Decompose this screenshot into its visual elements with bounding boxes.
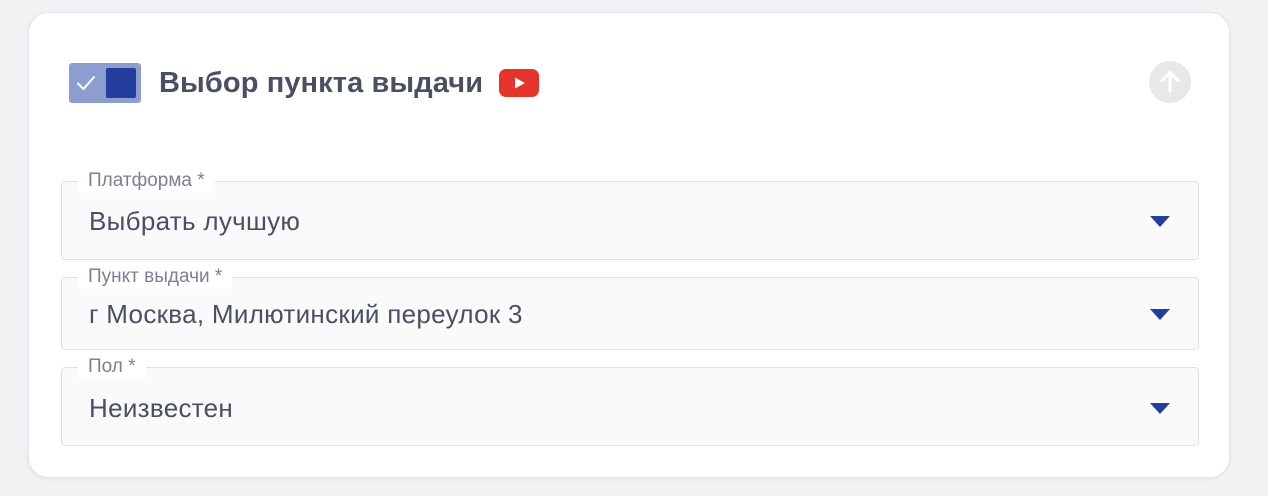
section-toggle[interactable]	[69, 63, 141, 103]
collapse-button[interactable]	[1149, 61, 1191, 103]
card-header: Выбор пункта выдачи	[69, 63, 540, 103]
caret-down-icon	[1150, 403, 1170, 414]
toggle-knob	[106, 68, 136, 98]
gender-value: Неизвестен	[89, 393, 234, 423]
arrow-up-icon	[1160, 70, 1180, 93]
check-icon	[77, 76, 95, 90]
gender-select[interactable]: Пол * Неизвестен	[61, 355, 1199, 446]
caret-down-icon	[1150, 309, 1170, 320]
platform-label: Платформа *	[78, 169, 215, 193]
platform-select[interactable]: Платформа * Выбрать лучшую	[61, 169, 1199, 260]
caret-down-icon	[1150, 216, 1170, 227]
pickup-point-select[interactable]: Пункт выдачи * г Москва, Милютинский пер…	[61, 265, 1199, 350]
gender-label: Пол *	[78, 355, 146, 379]
pickup-point-value: г Москва, Милютинский переулок 3	[89, 299, 523, 329]
platform-value: Выбрать лучшую	[89, 206, 301, 236]
pickup-point-card: Выбор пункта выдачи Платформа * Выбрать …	[28, 12, 1230, 478]
section-title: Выбор пункта выдачи	[159, 66, 484, 99]
youtube-icon[interactable]	[499, 69, 540, 97]
pickup-point-label: Пункт выдачи *	[78, 265, 233, 289]
